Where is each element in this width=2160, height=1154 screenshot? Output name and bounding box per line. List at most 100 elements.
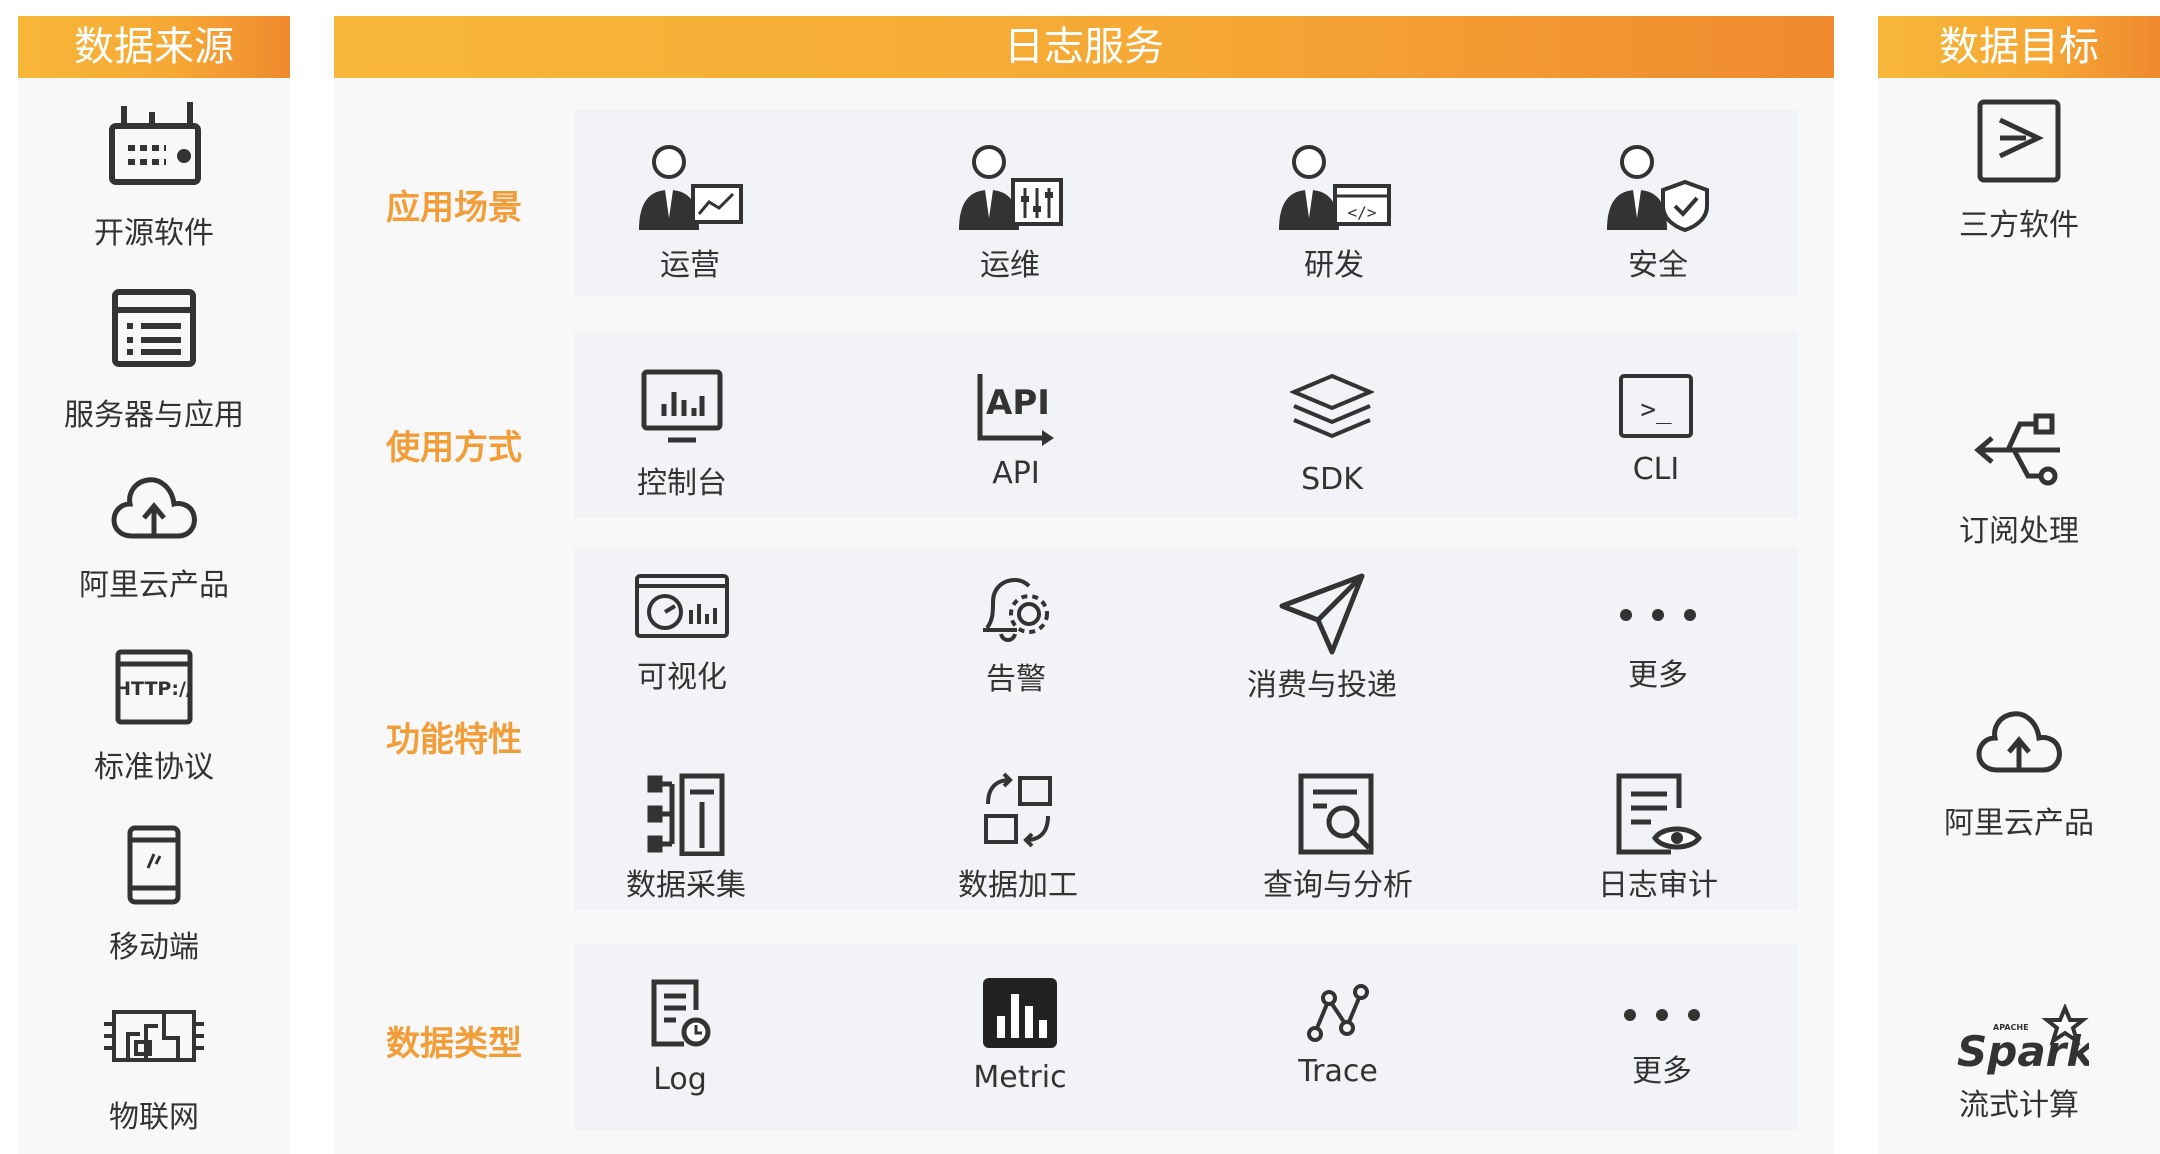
target-label: 订阅处理 [1959,514,2079,549]
source-item-server: 服务器与应用 [38,288,270,434]
usage-label: 控制台 [637,466,727,501]
cloud-upload-icon [1976,711,2062,773]
feature-alert: 告警 [866,572,1166,698]
scenario-devops: 运维 [860,138,1160,284]
terminal-icon: >_ [1619,374,1693,438]
source-item-aliyun: 阿里云产品 [38,470,270,604]
row-title-datatype: 数据类型 [386,1024,522,1064]
source-label: 开源软件 [94,216,214,251]
target-label: 阿里云产品 [1944,806,2094,841]
feature-label: 查询与分析 [1263,868,1413,903]
targets-header: 数据目标 [1878,16,2160,78]
scenario-label: 运维 [980,248,1040,283]
dashboard-icon [635,574,729,638]
target-label: 三方软件 [1959,208,2079,243]
usage-api[interactable]: API API [866,368,1166,491]
trace-nodes-icon [1307,984,1369,1042]
feature-data-collect: 数据采集 [536,772,836,904]
usage-console[interactable]: 控制台 [532,368,832,502]
person-sliders-icon [959,145,1063,230]
datatype-label: 更多 [1632,1054,1692,1089]
target-item-subscribe: 订阅处理 [1898,410,2140,550]
feature-label: 更多 [1628,658,1688,693]
data-transform-icon [984,772,1052,848]
cloud-upload-icon [111,477,197,539]
source-item-mobile: 移动端 [38,824,270,966]
feature-visualization: 可视化 [532,572,832,696]
person-chart-icon [639,145,743,230]
source-label: 物联网 [109,1100,199,1135]
log-document-icon [651,979,711,1047]
target-label: 流式计算 [1959,1088,2079,1123]
circuit-board-icon [104,1010,204,1062]
data-collect-icon [647,773,725,856]
source-item-protocol: HTTP:// 标准协议 [38,648,270,786]
feature-consume-deliver: 消费与投递 [1172,572,1472,704]
service-header: 日志服务 [334,16,1834,78]
source-item-iot: 物联网 [38,1004,270,1136]
metric-bars-icon [983,978,1057,1048]
source-label: 阿里云产品 [79,568,229,603]
usage-sdk[interactable]: SDK [1182,372,1482,497]
feature-query-analysis: 查询与分析 [1188,772,1488,904]
layers-stack-icon [1290,373,1374,439]
datatype-label: Log [653,1062,707,1097]
datatype-metric: Metric [870,976,1170,1095]
target-item-third-party: 三方软件 [1898,98,2140,244]
usage-label: API [992,456,1040,491]
feature-label: 数据采集 [626,868,746,903]
svg-text:</>: </> [1348,203,1377,222]
cli-prompt-text: >_ [1640,395,1672,425]
feature-label: 数据加工 [958,868,1078,903]
mobile-phone-icon [127,825,181,905]
datatype-trace: Trace [1188,982,1488,1089]
row-title-scenario: 应用场景 [386,188,522,228]
scenario-ops: 运营 [540,138,840,284]
usage-label: SDK [1301,462,1363,497]
datatype-label: Trace [1298,1054,1378,1089]
more-dots-icon [1624,1009,1700,1021]
datatype-log: Log [530,978,830,1097]
datatype-more[interactable]: 更多 [1512,1004,1812,1090]
source-label: 服务器与应用 [64,398,244,433]
person-shield-icon [1607,145,1709,233]
server-rack-icon [112,289,196,367]
scenario-security: 安全 [1508,138,1808,284]
feature-label: 可视化 [637,660,727,695]
scenario-dev: </> 研发 [1184,138,1484,284]
sources-header: 数据来源 [18,16,290,78]
row-title-usage: 使用方式 [386,428,522,468]
feature-more[interactable]: 更多 [1508,604,1808,694]
forward-arrow-icon [1977,99,2061,183]
row-title-features: 功能特性 [386,720,522,760]
feature-label: 告警 [986,662,1046,697]
api-badge-text: API [986,383,1050,423]
api-icon: API [977,374,1054,446]
audit-document-icon [1616,773,1703,855]
scenario-label: 研发 [1304,248,1364,283]
target-item-aliyun: 阿里云产品 [1898,704,2140,842]
person-code-icon: </> [1279,145,1391,230]
feature-label: 消费与投递 [1247,668,1397,703]
bell-gear-icon [983,577,1049,642]
http-browser-icon: HTTP:// [115,649,193,725]
router-device-icon [109,102,201,185]
scenario-label: 安全 [1628,248,1688,283]
scenario-label: 运营 [660,248,720,283]
more-dots-icon [1620,609,1696,621]
feature-label: 日志审计 [1598,868,1718,903]
datatype-label: Metric [973,1060,1067,1095]
source-label: 移动端 [109,930,199,965]
usage-cli[interactable]: >_ CLI [1506,372,1806,487]
paper-plane-icon [1279,573,1365,655]
source-label: 标准协议 [94,750,214,785]
search-document-icon [1298,773,1374,855]
spark-logo-icon: APACHE Spark [1957,1004,2089,1076]
monitor-chart-icon [641,369,723,443]
target-item-stream: APACHE Spark 流式计算 [1898,1004,2140,1124]
usb-branch-icon [1974,413,2060,486]
usage-label: CLI [1632,452,1680,487]
feature-data-transform: 数据加工 [868,772,1168,904]
feature-log-audit: 日志审计 [1508,772,1808,904]
source-item-open-source: 开源软件 [38,98,270,252]
